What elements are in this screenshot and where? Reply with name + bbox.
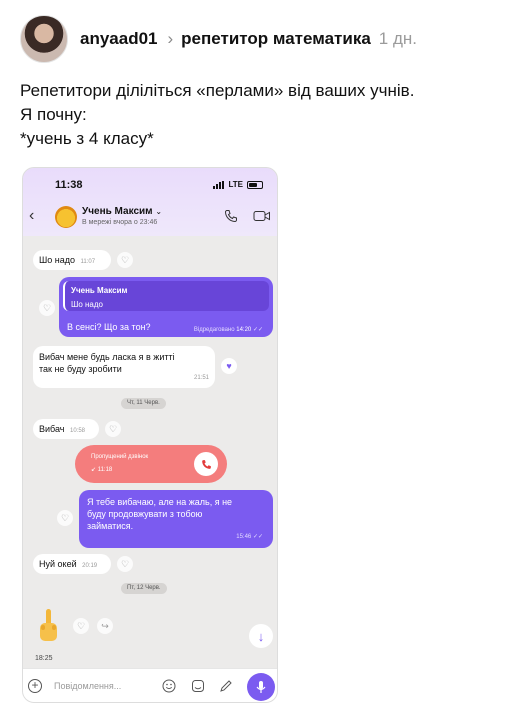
post-body: Репетитори діліліться «перлами» від ваши… — [20, 79, 490, 151]
message-text: В сенсі? Що за тон? — [67, 322, 151, 332]
message-text: Я тебе вибачаю, але на жаль, я не — [87, 497, 233, 507]
missed-call-card[interactable]: Пропущений дзвінок ↙ 11:18 — [75, 445, 227, 483]
voice-message-button[interactable] — [247, 673, 275, 701]
author-avatar[interactable] — [20, 15, 68, 63]
date-separator: Чт, 11 Черв. — [121, 398, 166, 409]
topic-name[interactable]: репетитор математика — [181, 29, 371, 49]
doodle-pen-icon[interactable] — [219, 679, 233, 693]
message-composer: + Повідомлення... — [23, 668, 277, 702]
missed-call-title: Пропущений дзвінок — [91, 454, 149, 460]
contact-status: В мережі вчора о 23:46 — [82, 219, 158, 226]
chat-screenshot[interactable]: 11:38 LTE ‹ Учень Максим ⌄ В мережі вчор… — [22, 167, 278, 703]
message-text: буду продовжувати з тобою — [87, 509, 203, 519]
message-time: 14:20 — [236, 327, 252, 333]
message-text: так не буду зробити — [39, 364, 122, 374]
message-incoming[interactable]: Вибач 10:58 — [33, 419, 99, 439]
heart-icon[interactable]: ♡ — [73, 618, 89, 634]
post-text-line: *учень з 4 класу* — [20, 129, 154, 148]
emoji-icon[interactable] — [162, 679, 176, 693]
heart-icon[interactable]: ♡ — [117, 252, 133, 268]
post-header: anyaad01 › репетитор математика 1 дн. — [20, 14, 417, 64]
reply-quote: Учень Максим Шо надо — [63, 281, 269, 311]
contact-avatar — [55, 206, 77, 228]
phone-call-icon — [224, 210, 237, 223]
message-text: Нуй окей — [39, 559, 77, 569]
message-text: Вибач мене будь ласка я в житті — [39, 352, 175, 362]
contact-name: Учень Максим ⌄ — [82, 206, 163, 217]
message-time: 10:58 — [70, 428, 86, 434]
post-text-line: Я почну: — [20, 105, 87, 124]
post-time: 1 дн. — [378, 29, 418, 48]
message-incoming[interactable]: Нуй окей 20:19 — [33, 554, 111, 574]
status-bar-indicators: LTE — [213, 180, 263, 189]
message-outgoing[interactable]: Я тебе вибачаю, але на жаль, я не буду п… — [79, 490, 273, 548]
share-icon[interactable]: ↪ — [97, 618, 113, 634]
scroll-down-button[interactable]: ↓ — [249, 624, 273, 648]
reply-author: Учень Максим — [71, 286, 128, 295]
message-incoming[interactable]: Вибач мене будь ласка я в житті так не б… — [33, 346, 215, 388]
reply-text: Шо надо — [71, 300, 103, 309]
signal-icon — [213, 180, 225, 189]
attach-plus-icon[interactable]: + — [28, 679, 42, 693]
message-time: 15:46 — [236, 534, 252, 540]
message-text: Шо надо — [39, 255, 75, 265]
message-incoming[interactable]: Шо надо 11:07 — [33, 250, 111, 270]
phone-call-icon — [201, 459, 211, 469]
message-time: 21:51 — [193, 375, 209, 381]
chevron-right-icon: › — [167, 29, 174, 48]
middle-finger-emoji-icon[interactable] — [37, 607, 59, 645]
status-bar-time: 11:38 — [55, 179, 83, 191]
callback-button[interactable] — [194, 452, 218, 476]
heart-icon[interactable]: ♡ — [57, 510, 73, 526]
sticker-icon[interactable] — [191, 679, 205, 693]
back-arrow-icon: ‹ — [29, 207, 35, 224]
message-time: 18:25 — [35, 655, 53, 662]
message-input[interactable]: Повідомлення... — [54, 681, 121, 691]
heart-icon[interactable]: ♡ — [105, 421, 121, 437]
dropdown-icon: ⌄ — [155, 207, 163, 216]
read-check-icon: ✓✓ — [252, 534, 263, 540]
microphone-icon — [256, 681, 266, 693]
message-text: Вибач — [39, 424, 65, 434]
post-text-line: Репетитори діліліться «перлами» від ваши… — [20, 81, 415, 100]
message-time: 11:07 — [80, 259, 96, 265]
heart-icon[interactable]: ♡ — [39, 300, 55, 316]
video-call-icon — [253, 211, 270, 221]
read-check-icon: ✓✓ — [252, 327, 263, 333]
heart-filled-icon[interactable]: ♥ — [221, 358, 237, 374]
message-outgoing[interactable]: Учень Максим Шо надо В сенсі? Що за тон?… — [59, 277, 273, 337]
missed-call-time: ↙ 11:18 — [91, 467, 113, 473]
date-separator: Пт, 12 Черв. — [121, 583, 167, 594]
author-username[interactable]: anyaad01 — [80, 29, 158, 49]
network-label: LTE — [228, 180, 243, 189]
message-time: 20:19 — [82, 563, 98, 569]
battery-icon — [247, 180, 263, 189]
chat-header: 11:38 LTE ‹ Учень Максим ⌄ В мережі вчор… — [23, 168, 277, 236]
edited-label: Відредаговано — [193, 327, 235, 333]
heart-icon[interactable]: ♡ — [117, 556, 133, 572]
